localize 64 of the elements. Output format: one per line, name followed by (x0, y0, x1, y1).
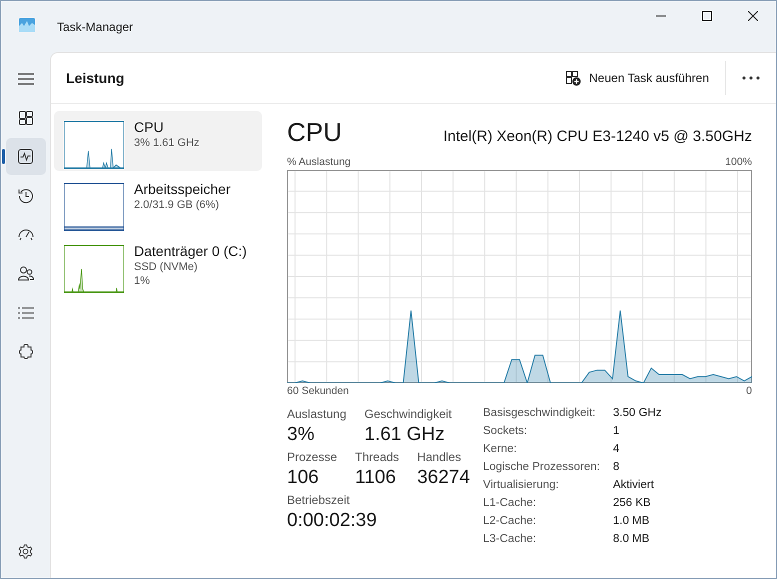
pulse-icon (18, 149, 33, 164)
stat-label: Threads (355, 450, 400, 464)
window-title: Task-Manager (57, 20, 134, 34)
resource-detail: 2.0/31.9 GB (6%) (134, 199, 220, 211)
stat-value: 0:00:02:39 (287, 510, 377, 532)
property-label: Logische Prozessoren: (483, 460, 601, 475)
usage-thumbnail (64, 121, 124, 169)
usage-thumbnail (64, 245, 124, 293)
stat-label: Betriebszeit (287, 493, 351, 507)
x-axis-start-label: 60 Sekunden (287, 385, 349, 397)
property-label: Virtualisierung: (483, 478, 560, 493)
resource-detail: SSD (NVMe) (134, 261, 199, 273)
property-label: L2-Cache: (483, 514, 538, 529)
resource-item[interactable]: Arbeitsspeicher 2.0/31.9 GB (6%) (54, 173, 262, 233)
maximize-icon[interactable] (702, 10, 712, 20)
list-icon (18, 306, 34, 318)
stat-value: 3% (287, 424, 316, 446)
gauge-icon (18, 228, 34, 240)
settings-icon (18, 544, 33, 559)
history-icon (18, 188, 34, 204)
processor-model: Intel(R) Xeon(R) CPU E3-1240 v5 @ 3.50GHz (443, 128, 752, 145)
app-icon (19, 18, 35, 32)
property-value: 1.0 MB (613, 514, 650, 529)
property-value: 8 (613, 460, 620, 475)
grid-icon (18, 110, 32, 124)
menu-icon (18, 72, 34, 84)
stat-label: Prozesse (287, 450, 338, 464)
y-max-label: 100% (725, 156, 752, 168)
property-value: 256 KB (613, 496, 652, 511)
property-label: Sockets: (483, 424, 528, 439)
resource-name: Datenträger 0 (C:) (134, 243, 247, 259)
resource-name: Arbeitsspeicher (134, 181, 230, 197)
property-value: 1 (613, 424, 620, 439)
stat-value: 1.61 GHz (364, 424, 446, 446)
property-value: 8.0 MB (613, 532, 650, 547)
stat-label: Geschwindigkeit (364, 407, 452, 421)
puzzle-icon (18, 344, 34, 360)
page-title: Leistung (66, 70, 124, 86)
detail-title: CPU (287, 117, 342, 148)
x-axis-end-label: 0 (746, 385, 752, 397)
new-task-icon (566, 70, 582, 86)
resource-name: CPU (134, 119, 165, 135)
property-value: 4 (613, 442, 620, 457)
run-task-button[interactable]: Neuen Task ausführen (558, 64, 717, 92)
stat-value: 36274 (417, 467, 470, 489)
stat-label: Auslastung (287, 407, 346, 421)
resource-detail: 1% (134, 275, 151, 287)
property-label: Basisgeschwindigkeit: (483, 406, 597, 421)
y-axis-label: % Auslastung (287, 156, 351, 168)
property-value: 3.50 GHz (613, 406, 662, 421)
property-label: L3-Cache: (483, 532, 538, 547)
resource-item[interactable]: CPU 3% 1.61 GHz (54, 111, 262, 171)
resource-detail: 3% 1.61 GHz (134, 137, 200, 149)
usage-thumbnail (64, 183, 124, 231)
stat-label: Handles (417, 450, 462, 464)
more-icon[interactable] (742, 76, 760, 80)
users-icon (18, 266, 34, 281)
close-icon[interactable] (748, 10, 758, 20)
stat-value: 106 (287, 467, 320, 489)
property-value: Aktiviert (613, 478, 655, 493)
property-label: Kerne: (483, 442, 518, 457)
property-label: L1-Cache: (483, 496, 538, 511)
stat-value: 1106 (355, 467, 397, 489)
resource-item[interactable]: Datenträger 0 (C:) SSD (NVMe) 1% (54, 235, 262, 295)
